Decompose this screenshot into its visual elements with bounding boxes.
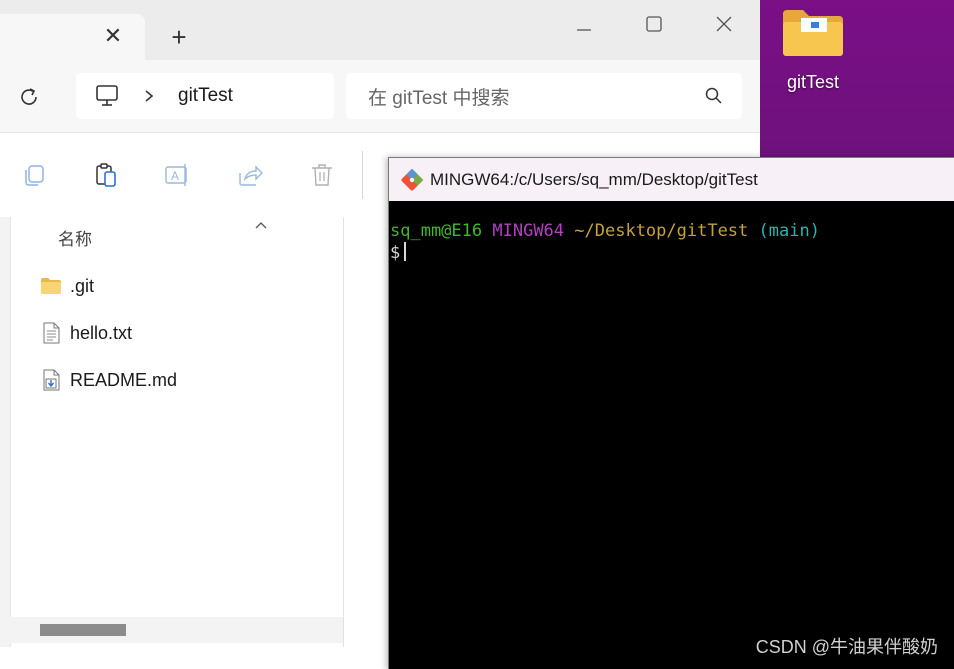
horizontal-scrollbar[interactable] [10, 617, 343, 643]
tab-gittest[interactable]: ✕ [0, 14, 145, 60]
paste-button[interactable] [92, 161, 120, 189]
scrollbar-thumb[interactable] [40, 624, 126, 636]
prompt-system: MINGW64 [492, 221, 565, 241]
refresh-button[interactable] [16, 84, 42, 110]
file-name: hello.txt [70, 322, 133, 343]
terminal-title: MINGW64:/c/Users/sq_mm/Desktop/gitTest [430, 169, 758, 189]
command-line[interactable]: $ [390, 242, 954, 264]
minimize-icon [577, 29, 591, 31]
share-icon [239, 165, 263, 186]
rename-icon: A [165, 164, 187, 186]
computer-icon[interactable] [94, 84, 120, 108]
close-window-button[interactable] [708, 8, 740, 40]
prompt-line: sq_mm@E16 MINGW64 ~/Desktop/gitTest (mai… [390, 220, 954, 242]
desktop-folder-gittest[interactable]: gitTest [772, 4, 854, 104]
breadcrumb[interactable]: gitTest [76, 73, 334, 119]
terminal-output[interactable]: sq_mm@E16 MINGW64 ~/Desktop/gitTest (mai… [389, 201, 954, 669]
text-file-icon [40, 322, 62, 344]
delete-button[interactable] [308, 161, 336, 189]
markdown-file-icon [40, 369, 62, 391]
git-bash-terminal-window[interactable]: MINGW64:/c/Users/sq_mm/Desktop/gitTest s… [388, 157, 954, 669]
share-button[interactable] [236, 161, 264, 189]
chevron-right-icon[interactable] [142, 89, 156, 103]
rename-button[interactable]: A [163, 161, 191, 189]
folder-icon [781, 6, 845, 58]
navigation-pane-edge [0, 217, 11, 647]
prompt-branch: (main) [758, 221, 820, 241]
file-row-hello-txt[interactable]: hello.txt [40, 318, 132, 348]
file-name: README.md [70, 369, 178, 390]
paste-icon [96, 163, 116, 187]
column-divider [343, 217, 344, 647]
desktop-folder-label: gitTest [786, 72, 840, 92]
copy-icon [25, 165, 44, 186]
prompt-symbol: $ [390, 243, 401, 263]
search-icon[interactable] [704, 86, 724, 106]
prompt-path: ~/Desktop/gitTest [574, 221, 749, 241]
maximize-icon [646, 16, 662, 32]
folder-icon [40, 275, 62, 297]
terminal-titlebar[interactable]: MINGW64:/c/Users/sq_mm/Desktop/gitTest [389, 158, 954, 201]
search-placeholder: 在 gitTest 中搜索 [368, 87, 510, 109]
minimize-button[interactable] [568, 8, 600, 40]
watermark: CSDN @牛油果伴酸奶 [755, 637, 938, 657]
tab-bar: ✕ + [0, 0, 760, 60]
search-input[interactable]: 在 gitTest 中搜索 [346, 73, 742, 119]
sort-ascending-icon[interactable] [254, 217, 268, 229]
maximize-button[interactable] [638, 8, 670, 40]
file-row-git[interactable]: .git [40, 271, 94, 301]
svg-text:A: A [171, 169, 179, 183]
file-row-readme-md[interactable]: README.md [40, 365, 177, 395]
refresh-icon [21, 88, 37, 105]
delete-icon [312, 164, 332, 186]
column-header-name[interactable]: 名称 [58, 225, 92, 250]
close-tab-icon[interactable]: ✕ [101, 24, 125, 48]
breadcrumb-current-folder[interactable]: gitTest [178, 85, 233, 107]
file-name: .git [70, 275, 95, 296]
prompt-user-host: sq_mm@E16 [390, 221, 483, 241]
git-logo-icon [400, 168, 424, 192]
text-cursor [404, 242, 407, 261]
address-bar: gitTest 在 gitTest 中搜索 [0, 60, 760, 132]
close-icon [716, 16, 732, 32]
new-tab-button[interactable]: + [166, 24, 192, 50]
copy-button[interactable] [20, 161, 48, 189]
toolbar-divider [362, 151, 363, 199]
